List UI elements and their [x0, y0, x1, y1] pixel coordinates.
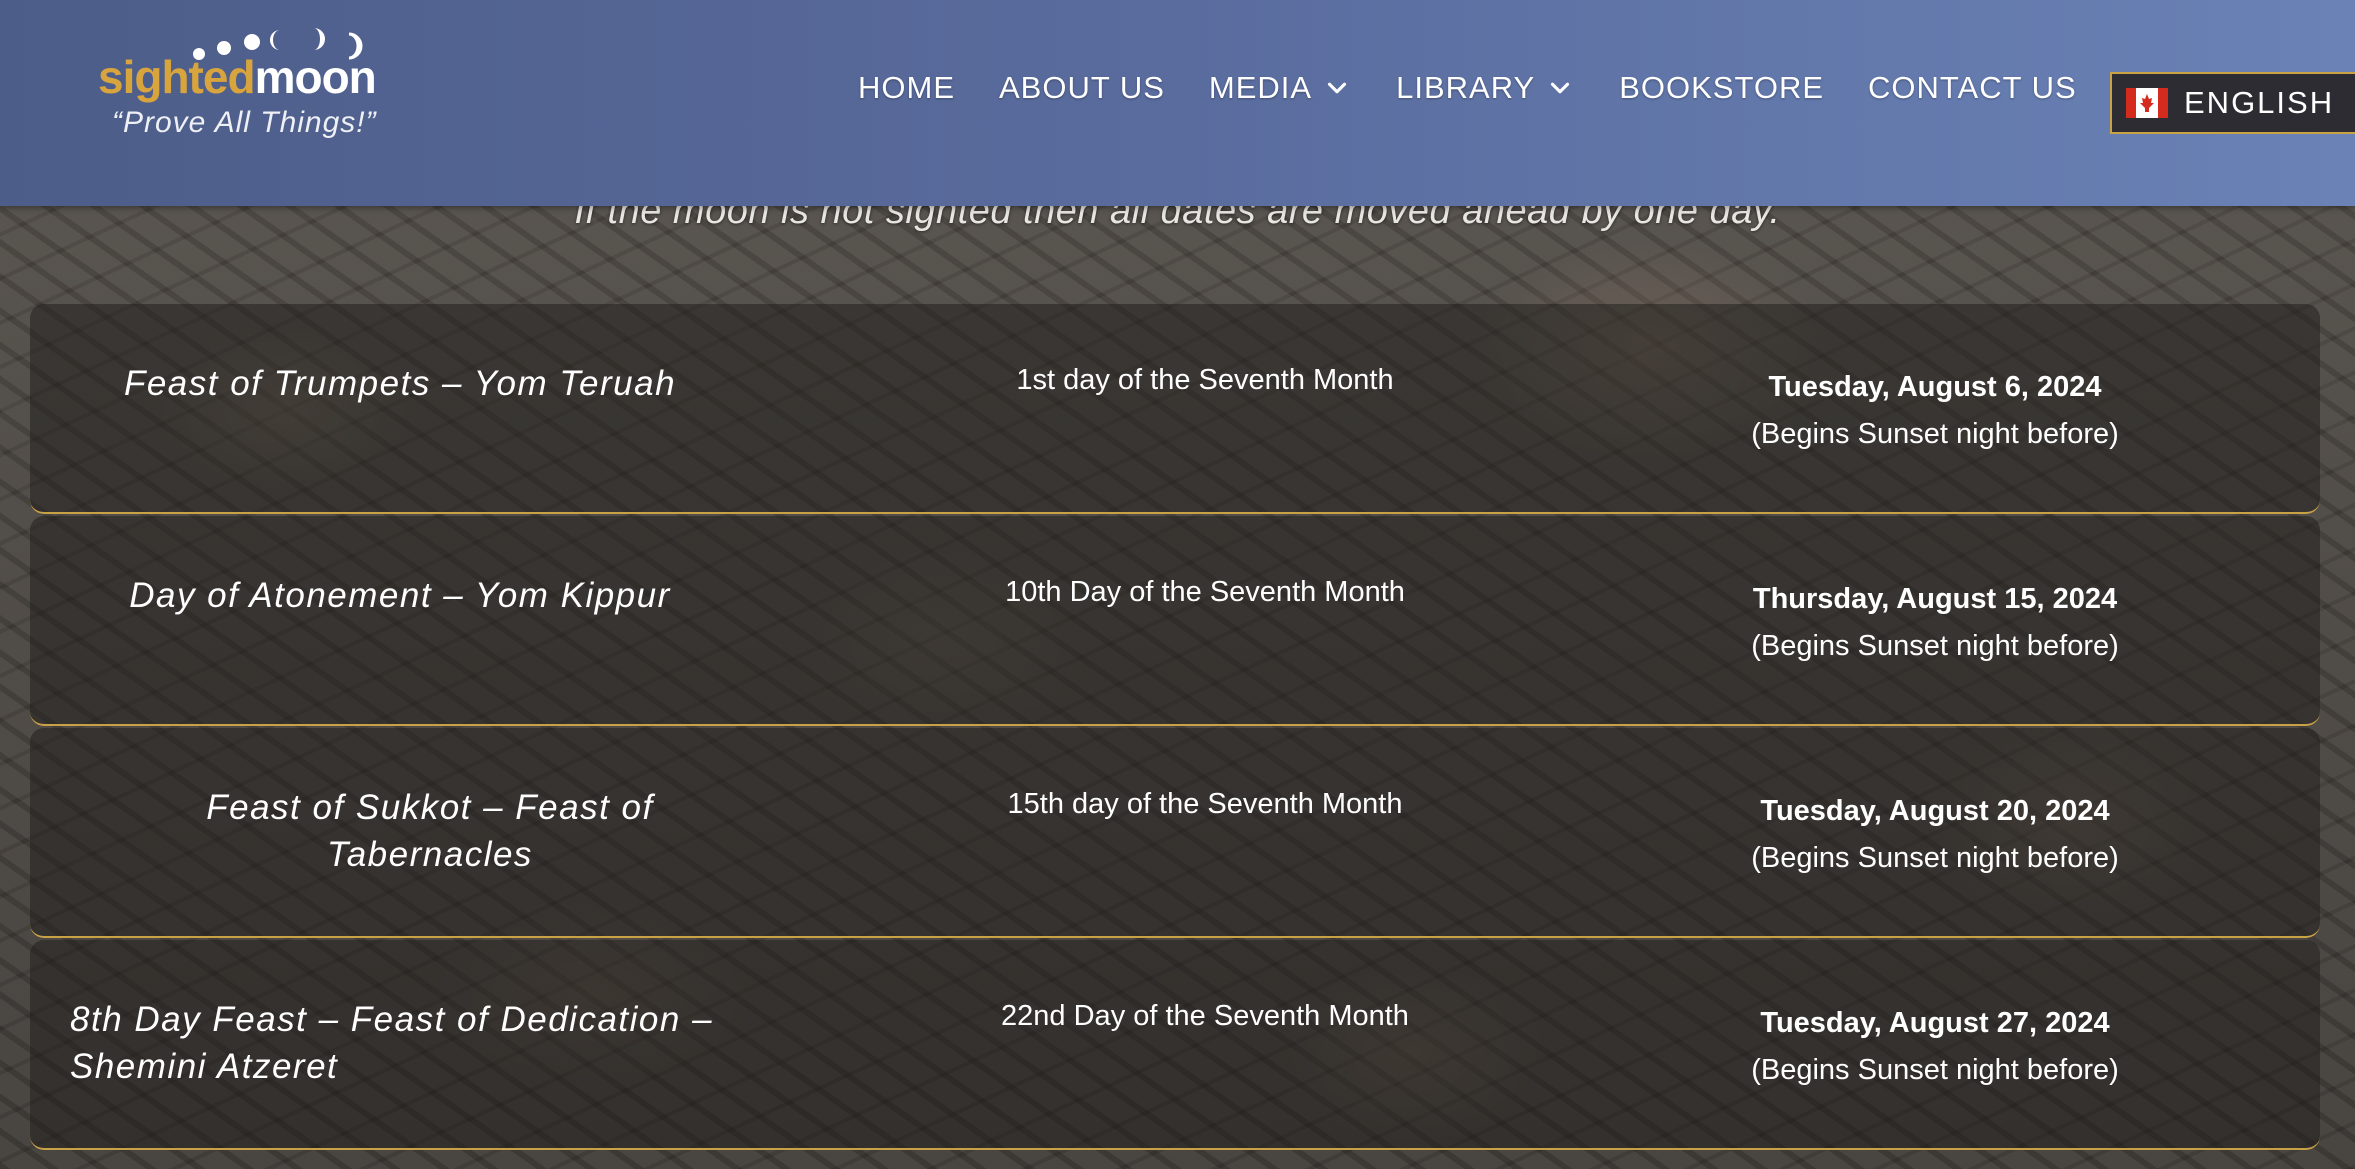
- feast-name: Feast of Trumpets – Yom Teruah: [123, 364, 677, 403]
- feast-date-note: (Begins Sunset night before): [1751, 842, 2119, 874]
- language-label: ENGLISH: [2184, 85, 2335, 120]
- nav-media[interactable]: MEDIA: [1209, 70, 1352, 106]
- nav-home-label: HOME: [858, 70, 955, 105]
- nav-about-us-label: ABOUT US: [999, 70, 1165, 105]
- feast-date: Tuesday, August 27, 2024 (Begins Sunset …: [1610, 1000, 2260, 1094]
- logo-word-moon: moon: [254, 51, 377, 103]
- feast-date-value: Thursday, August 15, 2024: [1752, 583, 2118, 615]
- nav-library-label: LIBRARY: [1396, 70, 1536, 105]
- logo-wordmark: sightedmoon: [98, 51, 377, 103]
- main-nav: HOME ABOUT US MEDIA LIBRARY BOOKSTORE CO…: [858, 70, 2121, 106]
- feast-date-value: Tuesday, August 6, 2024: [1768, 371, 2102, 403]
- logo-word-sighted: sighted: [98, 51, 256, 103]
- feast-row: Feast of Sukkot – Feast of Tabernacles 1…: [30, 728, 2320, 938]
- nav-home[interactable]: HOME: [858, 70, 955, 106]
- feast-day: 22nd Day of the Seventh Month: [1001, 1000, 1409, 1032]
- feast-table: Feast of Trumpets – Yom Teruah 1st day o…: [30, 304, 2320, 1152]
- canada-flag-icon: [2126, 88, 2168, 118]
- feast-name: Day of Atonement – Yom Kippur: [129, 576, 671, 615]
- nav-about-us[interactable]: ABOUT US: [999, 70, 1165, 106]
- feast-date: Tuesday, August 20, 2024 (Begins Sunset …: [1610, 788, 2260, 882]
- feast-name: 8th Day Feast – Feast of Dedication – Sh…: [70, 1000, 714, 1086]
- feast-date: Thursday, August 15, 2024 (Begins Sunset…: [1610, 576, 2260, 670]
- nav-bookstore-label: BOOKSTORE: [1619, 70, 1825, 105]
- feast-row: Day of Atonement – Yom Kippur 10th Day o…: [30, 516, 2320, 726]
- nav-bookstore[interactable]: BOOKSTORE: [1619, 70, 1824, 106]
- feast-date-note: (Begins Sunset night before): [1751, 630, 2119, 662]
- nav-media-label: MEDIA: [1208, 70, 1313, 105]
- feast-name: Feast of Sukkot – Feast of Tabernacles: [206, 788, 654, 874]
- site-header: sightedmoon “Prove All Things!” HOME ABO…: [0, 0, 2355, 206]
- feast-date-value: Tuesday, August 20, 2024: [1760, 795, 2110, 827]
- feast-row: Feast of Trumpets – Yom Teruah 1st day o…: [30, 304, 2320, 514]
- feast-day: 15th day of the Seventh Month: [1007, 788, 1403, 820]
- feast-date-note: (Begins Sunset night before): [1751, 418, 2119, 450]
- feast-day: 1st day of the Seventh Month: [1016, 364, 1394, 396]
- feast-row: 8th Day Feast – Feast of Dedication – Sh…: [30, 940, 2320, 1150]
- site-logo[interactable]: sightedmoon “Prove All Things!”: [98, 24, 398, 144]
- chevron-down-icon: [1328, 82, 1347, 94]
- nav-contact-us[interactable]: CONTACT US: [1868, 70, 2077, 106]
- nav-contact-us-label: CONTACT US: [1868, 70, 2077, 105]
- nav-library[interactable]: LIBRARY: [1396, 70, 1575, 106]
- chevron-down-icon: [1551, 82, 1570, 94]
- logo-tagline: “Prove All Things!”: [112, 106, 377, 139]
- feast-day: 10th Day of the Seventh Month: [1005, 576, 1405, 608]
- feast-date-note: (Begins Sunset night before): [1751, 1054, 2119, 1086]
- language-selector[interactable]: ENGLISH: [2110, 72, 2355, 134]
- feast-date: Tuesday, August 6, 2024 (Begins Sunset n…: [1610, 364, 2260, 458]
- feast-date-value: Tuesday, August 27, 2024: [1760, 1007, 2110, 1039]
